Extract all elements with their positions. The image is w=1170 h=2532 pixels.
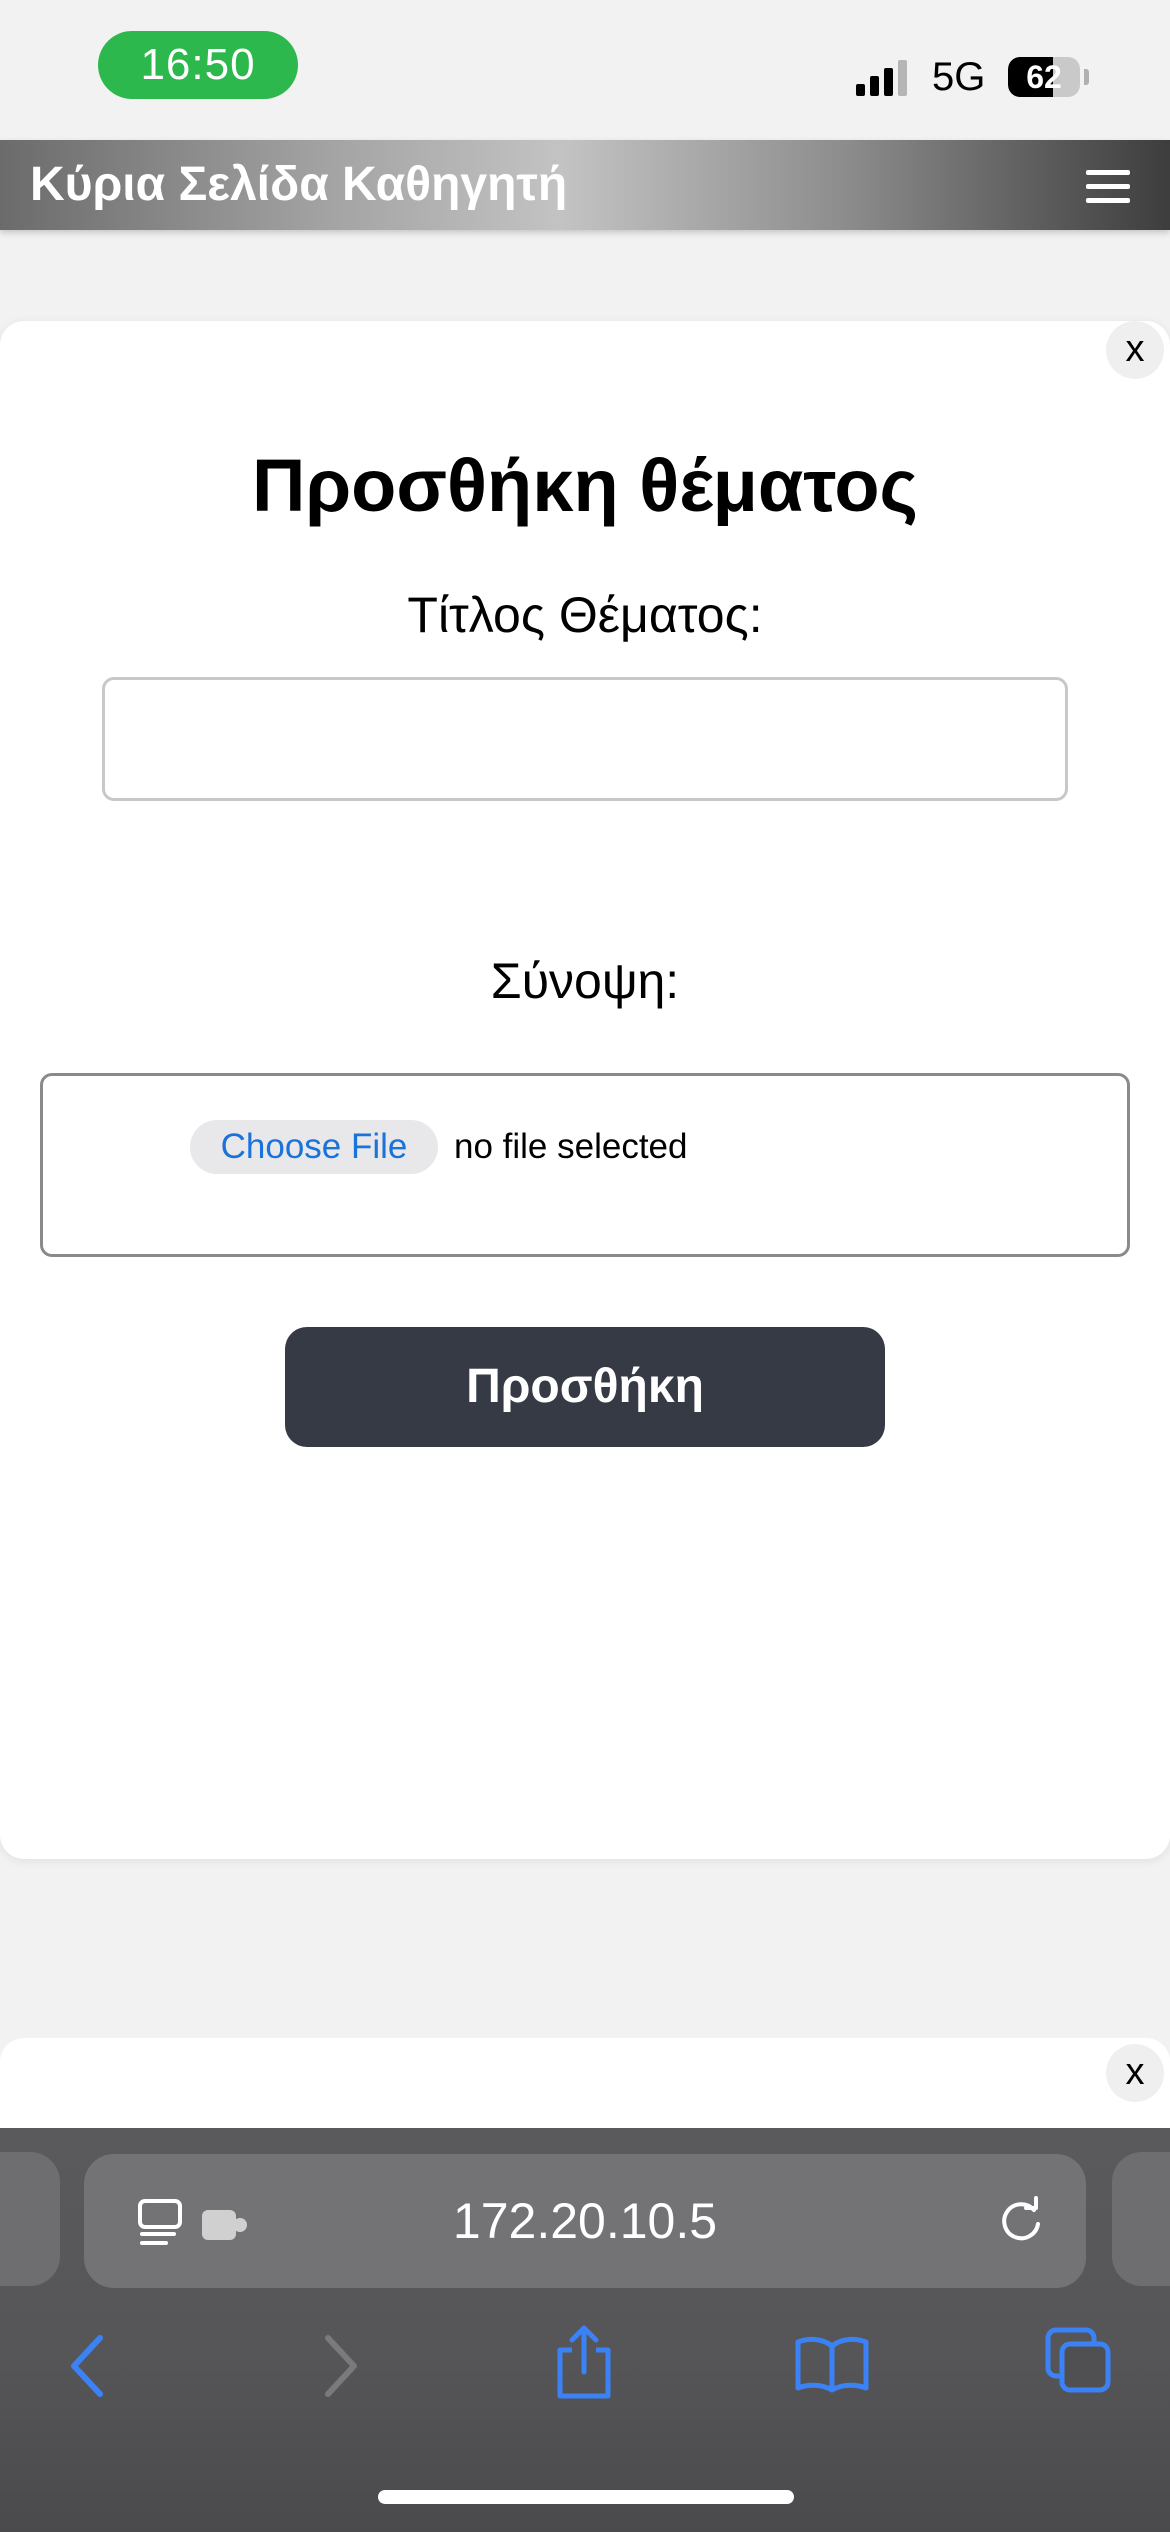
- share-icon[interactable]: [552, 2324, 616, 2400]
- battery-icon: 62: [1008, 57, 1080, 97]
- battery-tip: [1084, 69, 1089, 85]
- previous-tab-preview[interactable]: [0, 2152, 60, 2286]
- choose-file-button[interactable]: Choose File: [190, 1120, 438, 1174]
- top-navbar: Κύρια Σελίδα Καθηγητή: [0, 140, 1170, 230]
- bookmarks-icon[interactable]: [794, 2334, 870, 2394]
- browser-toolbar: 172.20.10.5: [0, 2128, 1170, 2532]
- page-title: Κύρια Σελίδα Καθηγητή: [30, 158, 568, 211]
- back-icon[interactable]: [66, 2334, 110, 2398]
- next-tab-preview[interactable]: [1112, 2152, 1170, 2286]
- tabs-icon[interactable]: [1044, 2326, 1114, 2396]
- second-modal-close-button[interactable]: x: [1106, 2044, 1164, 2102]
- hamburger-menu-icon[interactable]: [1086, 170, 1130, 204]
- status-bar: 16:50 5G 62: [0, 0, 1170, 140]
- network-type: 5G: [932, 55, 986, 99]
- add-topic-submit-button[interactable]: Προσθήκη: [285, 1327, 885, 1447]
- topic-title-input[interactable]: [102, 677, 1068, 801]
- battery-percentage: 62: [1026, 59, 1062, 95]
- modal-title: Προσθήκη θέματος: [251, 444, 919, 527]
- address-url: 172.20.10.5: [452, 2193, 718, 2249]
- topic-title-label: Τίτλος Θέματος:: [407, 587, 763, 643]
- file-status-text: no file selected: [454, 1127, 688, 1166]
- summary-label: Σύνοψη:: [490, 953, 680, 1009]
- forward-icon[interactable]: [318, 2334, 362, 2398]
- reload-icon[interactable]: [996, 2196, 1046, 2246]
- add-topic-modal: x Προσθήκη θέματος Τίτλος Θέματος: Σύνοψ…: [0, 321, 1170, 1859]
- address-bar[interactable]: 172.20.10.5: [84, 2154, 1086, 2288]
- modal-close-button[interactable]: x: [1106, 321, 1164, 379]
- home-indicator[interactable]: [378, 2490, 794, 2504]
- signal-strength-icon: [856, 60, 907, 96]
- status-time: 16:50: [98, 31, 298, 99]
